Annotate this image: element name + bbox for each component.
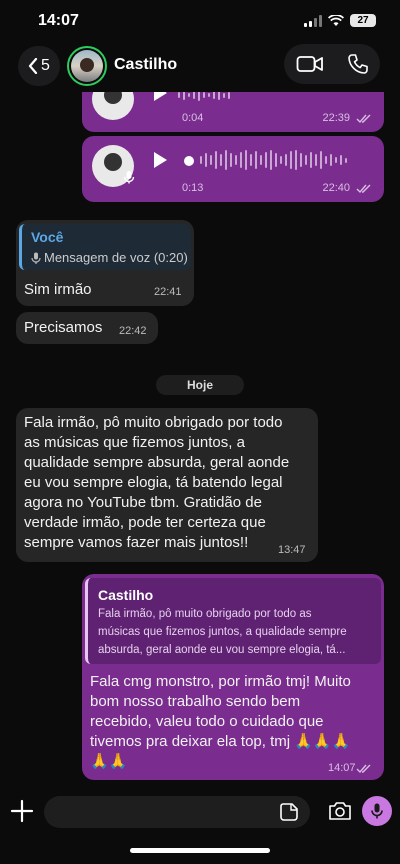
contact-avatar[interactable] (67, 46, 107, 86)
quoted-message[interactable]: Castilho Fala irmão, pô muito obrigado p… (85, 578, 381, 664)
message-time: 22:41 (154, 286, 182, 298)
status-icons: 27 (304, 14, 376, 27)
playback-dot[interactable] (184, 156, 194, 166)
camera-icon[interactable] (328, 801, 352, 821)
phone-call-icon[interactable] (347, 53, 369, 75)
message-input[interactable] (44, 796, 310, 828)
unread-count: 5 (41, 57, 50, 74)
text-message[interactable]: Fala irmão, pô muito obrigado por todo a… (16, 408, 318, 562)
message-time: 22:40 (322, 182, 350, 194)
message-line: sempre vamos fazer mais juntos!! (24, 534, 249, 551)
message-line: as músicas que fizemos juntos, a (24, 434, 245, 451)
message-time: 13:47 (278, 544, 306, 556)
quote-line: Fala irmão, pô muito obrigado por todo a… (98, 608, 312, 620)
message-time: 14:07 (328, 762, 356, 774)
message-line: qualidade sempre absurda, geral aonde (24, 454, 290, 471)
voice-avatar (92, 92, 134, 120)
voice-duration: 0:13 (182, 182, 204, 194)
reply-message[interactable]: Castilho Fala irmão, pô muito obrigado p… (82, 574, 384, 780)
waveform[interactable] (178, 92, 230, 106)
play-icon[interactable] (152, 92, 168, 102)
quote-line: músicas que fizemos juntos, a qualidade … (98, 626, 347, 638)
wifi-icon (328, 14, 344, 26)
plus-icon[interactable] (10, 799, 34, 823)
voice-record-button[interactable] (362, 796, 392, 826)
read-receipt-icon (356, 764, 371, 774)
message-time: 22:42 (119, 325, 147, 337)
quote-text: Mensagem de voz (0:20) (44, 250, 188, 265)
quoted-message[interactable]: Você Mensagem de voz (0:20) (19, 224, 191, 270)
battery-icon: 27 (350, 14, 376, 27)
read-receipt-icon (356, 114, 371, 124)
chat-header: 5 Castilho (0, 44, 400, 88)
text-message[interactable]: Precisamos 22:42 (16, 312, 158, 344)
quote-author: Castilho (98, 587, 154, 603)
message-line: Fala irmão, pô muito obrigado por todo (24, 414, 283, 431)
chat-area[interactable]: 0:04 22:39 0:13 22:40 Você Mensagem de v… (0, 92, 400, 782)
message-line: bom nosso trabalho sendo bem (90, 693, 301, 710)
message-line: tivemos pra deixar ela top, tmj 🙏🙏🙏 (90, 733, 351, 750)
quote-author: Você (31, 229, 64, 245)
waveform[interactable] (200, 149, 347, 171)
input-bar (0, 788, 400, 834)
status-bar: 14:07 27 (0, 0, 400, 44)
back-button[interactable]: 5 (18, 46, 60, 86)
mic-icon (31, 252, 41, 264)
voice-message[interactable]: 0:13 22:40 (82, 136, 384, 202)
message-text: Sim irmão (24, 281, 92, 298)
home-indicator (130, 848, 270, 853)
message-line: Fala cmg monstro, por irmão tmj! Muito (90, 673, 351, 690)
chevron-left-icon (28, 58, 38, 74)
mic-icon (371, 803, 383, 819)
message-text: Precisamos (24, 319, 103, 336)
voice-duration: 0:04 (182, 112, 204, 124)
message-line: recebido, valeu todo o cuidado que (90, 713, 324, 730)
contact-name[interactable]: Castilho (114, 56, 177, 74)
message-line: verdade irmão, pode ter certeza que (24, 514, 266, 531)
message-line: eu vou sempre elogia, tá batendo legal (24, 474, 283, 491)
message-line: agora no YouTube tbm. Gratidão de (24, 494, 262, 511)
signal-icon (304, 14, 322, 27)
quote-line: absurda, geral aonde eu vou sempre elogi… (98, 644, 346, 656)
play-icon[interactable] (152, 151, 168, 169)
mic-badge-icon (123, 171, 135, 184)
status-time: 14:07 (38, 12, 79, 29)
video-call-icon[interactable] (296, 54, 324, 74)
sticker-icon[interactable] (280, 803, 298, 821)
read-receipt-icon (356, 184, 371, 194)
day-separator: Hoje (156, 375, 244, 395)
message-line: 🙏🙏 (90, 753, 128, 770)
message-time: 22:39 (322, 112, 350, 124)
voice-message[interactable]: 0:04 22:39 (82, 92, 384, 132)
call-buttons (284, 44, 380, 84)
reply-message[interactable]: Você Mensagem de voz (0:20) Sim irmão 22… (16, 220, 194, 306)
